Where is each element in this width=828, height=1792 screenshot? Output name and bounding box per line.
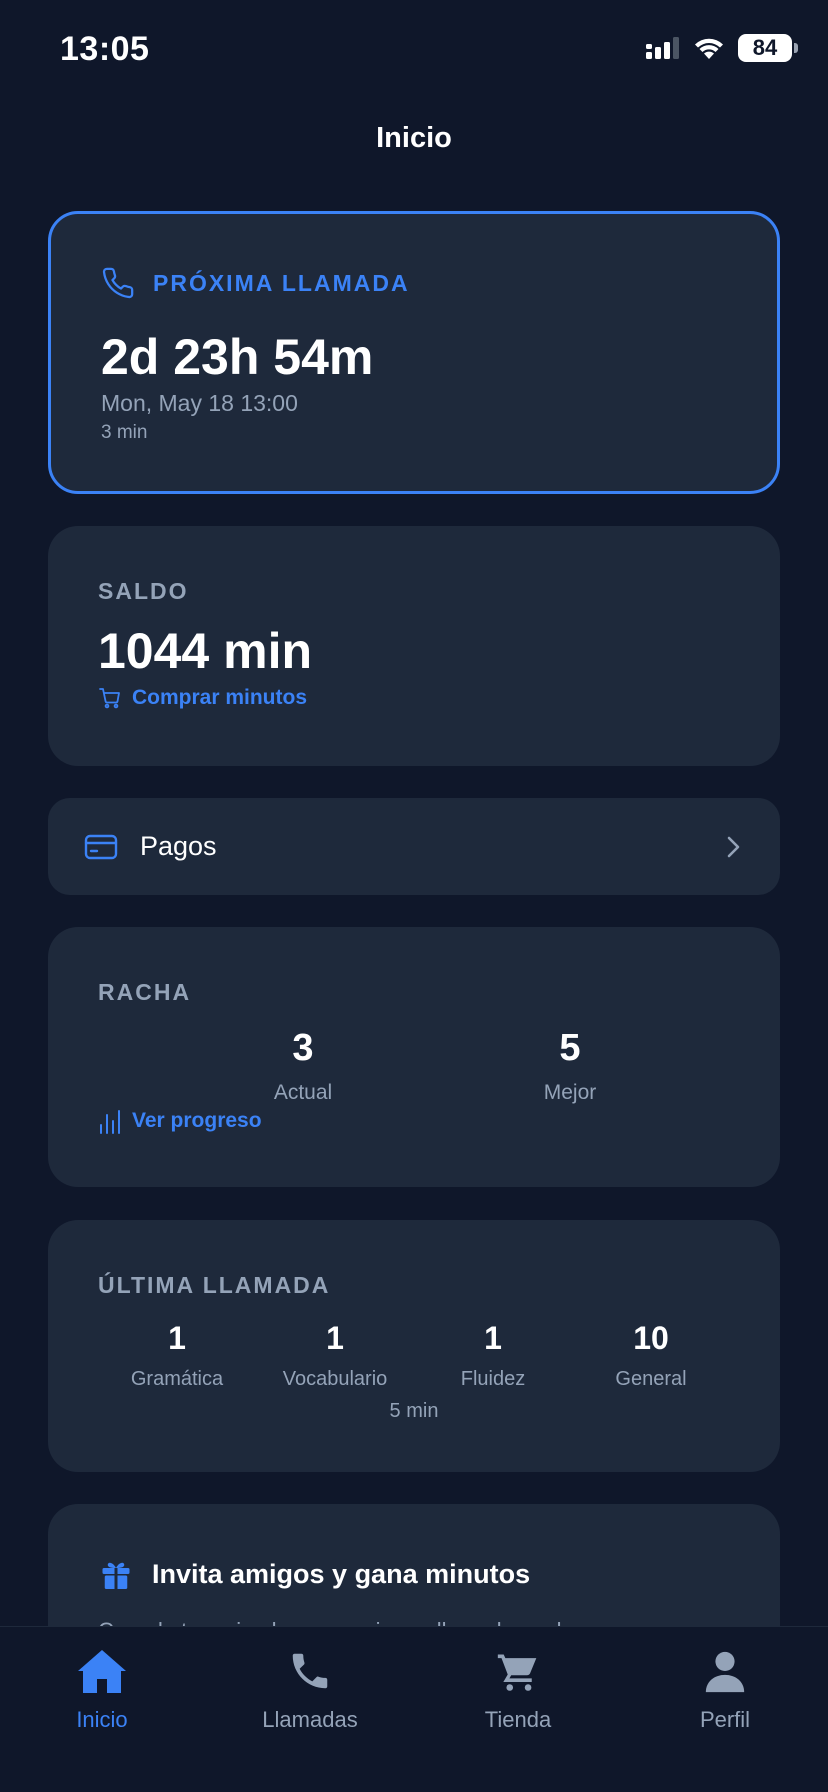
- tab-tienda-label: Tienda: [484, 1707, 552, 1732]
- credit-card-icon: [84, 834, 118, 859]
- tab-tienda[interactable]: Tienda: [433, 1645, 603, 1733]
- balance-label: SALDO: [98, 578, 189, 604]
- tab-inicio-icon-wrap: [17, 1645, 187, 1697]
- streak-best-value: 5: [559, 1027, 581, 1069]
- streak-card: RACHA 3 Actual 5 Mejor Ver progreso: [48, 927, 780, 1187]
- user-icon: [705, 1651, 745, 1693]
- tab-perfil-icon-wrap: [640, 1645, 810, 1697]
- gift-icon: [102, 1562, 130, 1589]
- phone-icon: [292, 1653, 328, 1689]
- battery-indicator: 84: [738, 34, 798, 62]
- grammar-label: Gramática: [130, 1368, 224, 1390]
- payments-row[interactable]: Pagos: [48, 798, 780, 895]
- payments-row-content[interactable]: Pagos: [48, 798, 780, 895]
- fluency-label: Fluidez: [460, 1368, 526, 1390]
- last-call-duration: 5 min: [389, 1400, 439, 1422]
- tab-bar: Inicio Llamadas Tienda Perfil: [0, 1626, 828, 1792]
- tab-inicio-label: Inicio: [76, 1707, 128, 1732]
- next-call-label: PRÓXIMA LLAMADA: [153, 269, 410, 296]
- general-label: General: [615, 1368, 687, 1390]
- invite-title: Invita amigos y gana minutos: [152, 1558, 531, 1589]
- balance-value: 1044 min: [98, 623, 313, 679]
- next-call-countdown: 2d 23h 54m: [101, 329, 374, 385]
- cart-icon: [497, 1654, 537, 1691]
- invite-header: Invita amigos y gana minutos: [98, 1556, 530, 1592]
- buy-minutes-label: Comprar minutos: [132, 686, 308, 709]
- tab-llamadas[interactable]: Llamadas: [225, 1645, 395, 1733]
- wifi-icon: [695, 38, 723, 59]
- last-call-grammar: 1 Gramática: [98, 1322, 256, 1391]
- bar-chart-icon: [100, 1110, 120, 1134]
- tab-perfil-label: Perfil: [699, 1707, 751, 1732]
- tab-inicio[interactable]: Inicio: [17, 1645, 187, 1733]
- status-icons: 84: [644, 34, 798, 62]
- status-time: 13:05: [60, 30, 150, 68]
- last-call-vocabulary: 1 Vocabulario: [256, 1322, 414, 1391]
- balance-card: SALDO 1044 min Comprar minutos: [48, 526, 780, 766]
- general-score: 10: [633, 1320, 669, 1356]
- view-progress-label: Ver progreso: [132, 1109, 262, 1132]
- cart-icon: [99, 688, 120, 709]
- payments-label: Pagos: [140, 831, 217, 861]
- page-title: Inicio: [376, 122, 452, 154]
- status-bar: 13:05 84: [0, 0, 828, 100]
- phone-icon: [102, 267, 134, 299]
- tab-perfil[interactable]: Perfil: [640, 1645, 810, 1733]
- last-call-general: 10 General: [572, 1322, 730, 1391]
- home-icon: [78, 1650, 126, 1693]
- last-call-fluency: 1 Fluidez: [414, 1322, 572, 1391]
- next-call-duration: 3 min: [101, 422, 148, 443]
- next-call-header: PRÓXIMA LLAMADA: [101, 266, 410, 300]
- vocabulary-score: 1: [326, 1320, 344, 1356]
- tab-llamadas-icon-wrap: [225, 1645, 395, 1697]
- streak-current-value: 3: [292, 1027, 314, 1069]
- buy-minutes-link[interactable]: Comprar minutos: [98, 686, 307, 710]
- next-call-datetime: Mon, May 18 13:00: [101, 390, 298, 416]
- next-call-card[interactable]: PRÓXIMA LLAMADA 2d 23h 54m Mon, May 18 1…: [48, 211, 780, 494]
- last-call-card: ÚLTIMA LLAMADA 1 Gramática 1 Vocabulario…: [48, 1220, 780, 1472]
- signal-icon: [646, 37, 679, 59]
- chevron-right-icon: [727, 836, 740, 857]
- streak-current-label: Actual: [273, 1081, 333, 1104]
- tab-tienda-icon-wrap: [433, 1645, 603, 1697]
- streak-best: 5 Mejor: [470, 1029, 670, 1105]
- tab-llamadas-label: Llamadas: [262, 1707, 358, 1732]
- home-screen: 13:05 84 Inicio PRÓXIMA LLAMADA 2d 23h 5…: [0, 0, 828, 1792]
- fluency-score: 1: [484, 1320, 502, 1356]
- streak-current: 3 Actual: [203, 1029, 403, 1105]
- view-progress-link[interactable]: Ver progreso: [98, 1107, 262, 1135]
- streak-best-label: Mejor: [543, 1081, 597, 1104]
- last-call-label: ÚLTIMA LLAMADA: [98, 1272, 331, 1298]
- streak-label: RACHA: [98, 979, 192, 1005]
- grammar-score: 1: [168, 1320, 186, 1356]
- vocabulary-label: Vocabulario: [282, 1368, 388, 1390]
